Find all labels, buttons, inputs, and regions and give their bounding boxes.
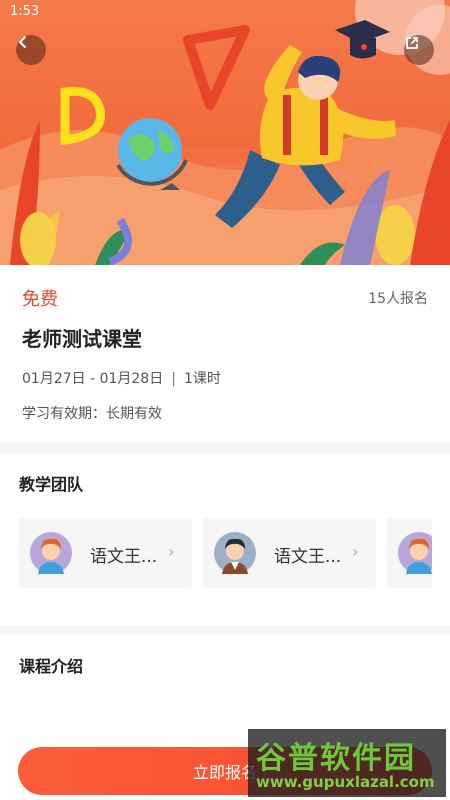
price-label: 免费 xyxy=(22,289,58,310)
watermark-logo: 谷普软件园 www.gupuxlazal.com xyxy=(248,729,446,797)
teacher-name: 语文王... xyxy=(90,547,158,567)
date-range: 01月27日 - 01月28日 xyxy=(22,371,164,387)
avatar xyxy=(30,532,72,574)
enrolled-count: 15人报名 xyxy=(368,291,428,307)
teacher-name: 语文王... xyxy=(274,547,342,567)
course-title: 老师测试课堂 xyxy=(22,327,142,351)
chevron-right-icon: › xyxy=(168,542,175,561)
status-bar-time: 1:53 xyxy=(10,4,40,19)
chevron-right-icon: › xyxy=(352,542,359,561)
cover-illustration xyxy=(0,0,450,265)
teacher-card[interactable]: 语文王... › xyxy=(18,518,192,588)
course-info-section: 免费 15人报名 老师测试课堂 01月27日 - 01月28日 | 1课时 学习有效… xyxy=(0,265,450,443)
share-icon xyxy=(406,37,418,49)
teaching-team-section: 教学团队 语文王... › 语文王... › xyxy=(0,453,450,626)
teacher-card-partial[interactable] xyxy=(386,518,432,588)
divider: | xyxy=(171,371,176,387)
back-button[interactable] xyxy=(16,35,46,65)
watermark-url: www.gupuxlazal.com xyxy=(256,773,435,791)
validity-text: 学习有效期：长期有效 xyxy=(22,406,162,422)
avatar xyxy=(398,532,432,574)
share-button[interactable] xyxy=(404,35,434,65)
chevron-left-icon xyxy=(19,36,26,48)
teacher-card[interactable]: 语文王... › xyxy=(202,518,376,588)
avatar xyxy=(214,532,256,574)
course-schedule: 01月27日 - 01月28日 | 1课时 xyxy=(22,368,221,388)
lesson-count: 1课时 xyxy=(183,371,221,387)
watermark-brand: 谷普软件园 xyxy=(256,741,416,776)
course-cover-banner: 1:53 xyxy=(0,0,450,265)
section-title-team: 教学团队 xyxy=(19,475,84,494)
section-title-intro: 课程介绍 xyxy=(19,657,84,676)
